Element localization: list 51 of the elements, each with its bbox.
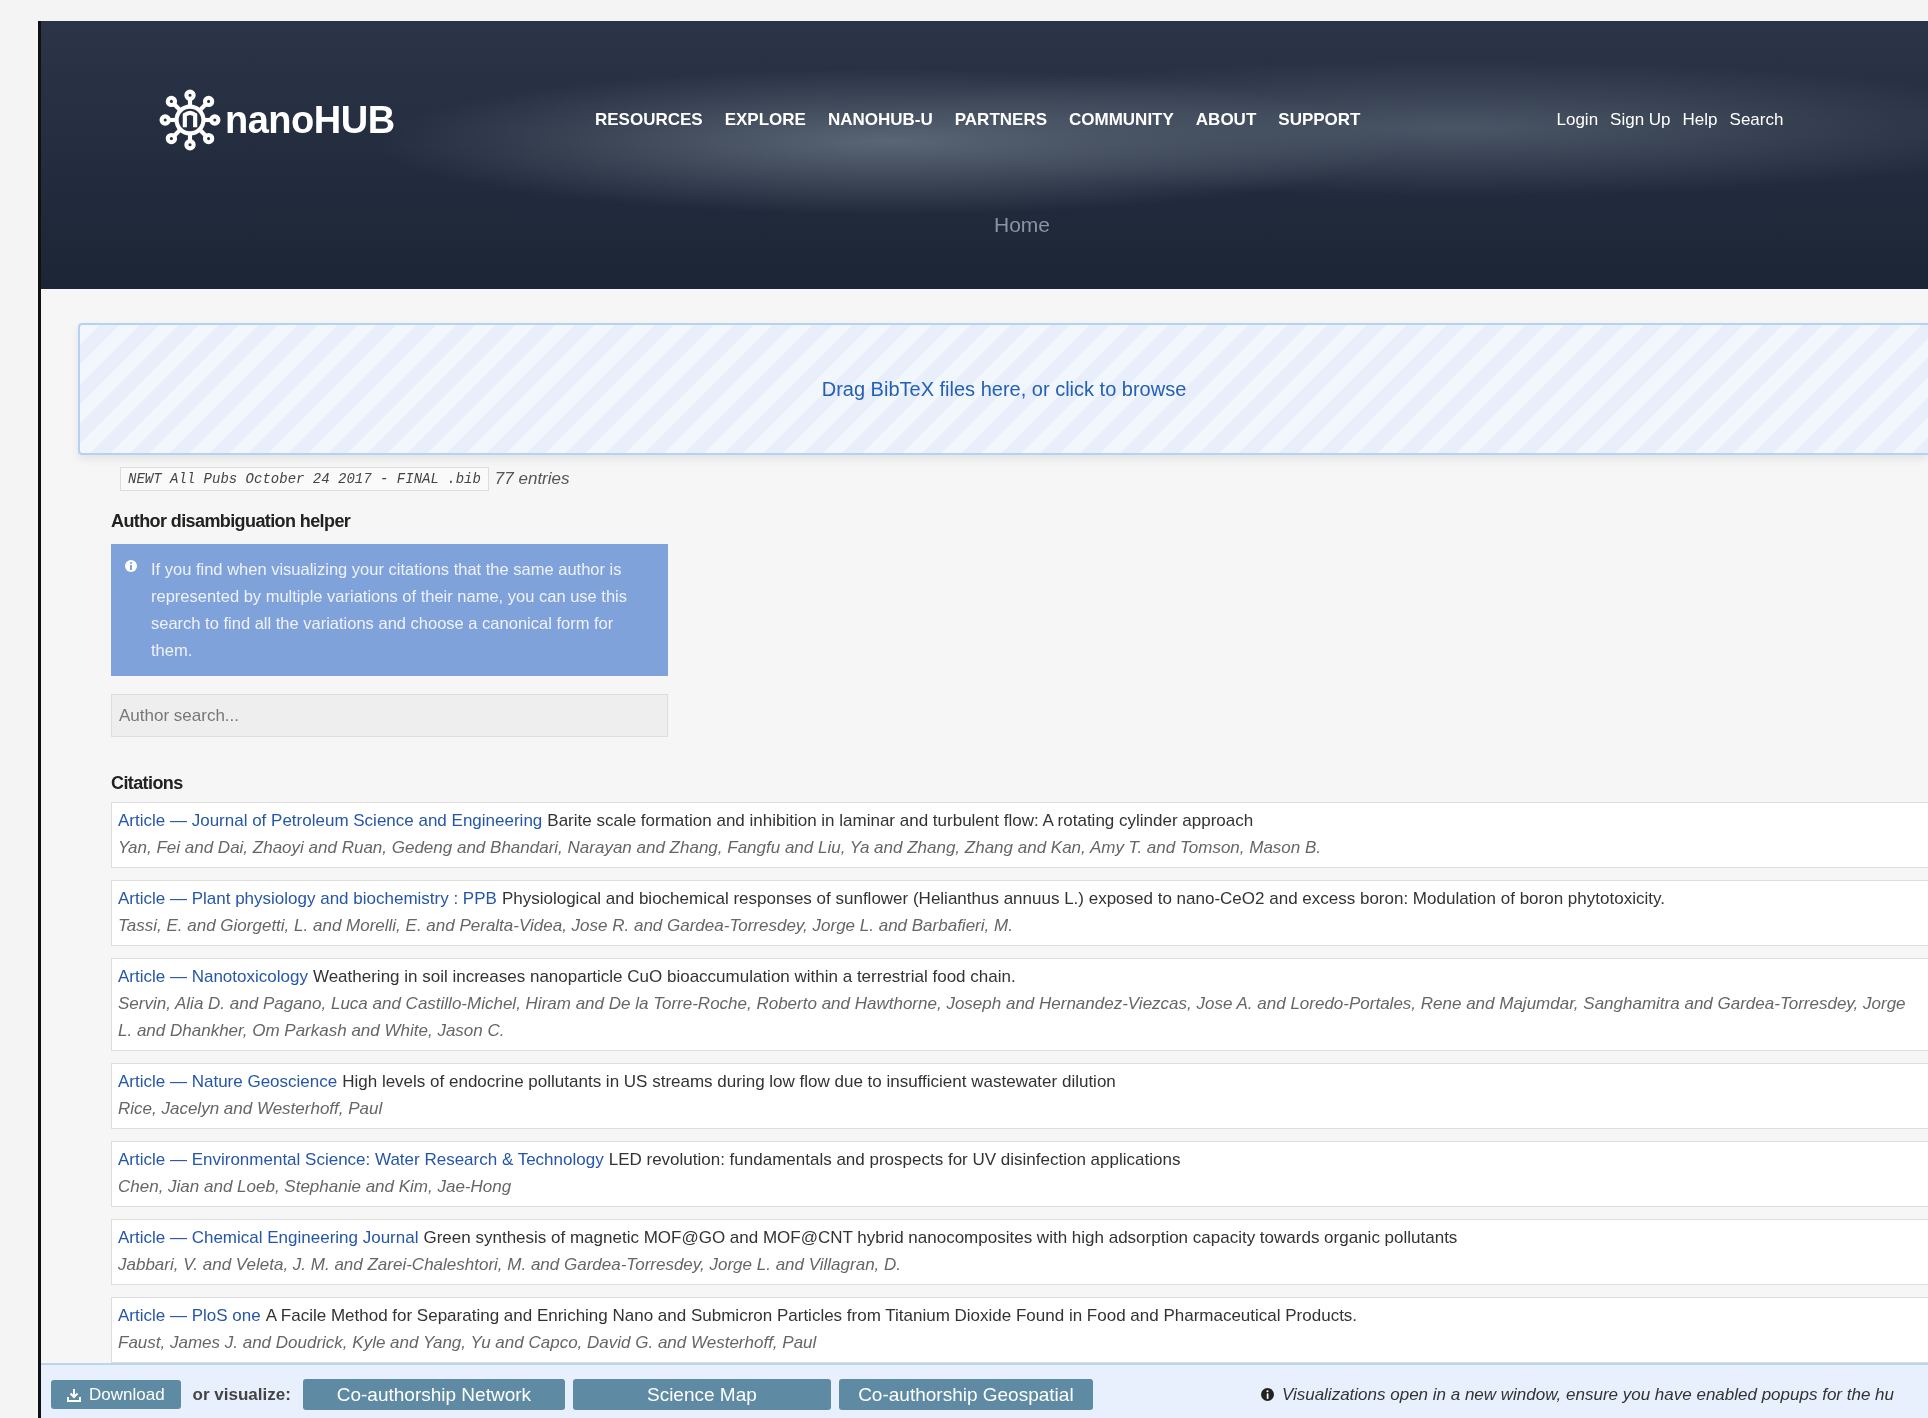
- section-heading: Author disambiguation helper: [111, 511, 352, 532]
- citation-authors: Jabbari, V. and Veleta, J. M. and Zarei-Chaleshtori, M. and Gardea-Torresdey, Jorge L. and Villagran, D.: [118, 1254, 903, 1276]
- logo-icon[interactable]: [159, 89, 221, 151]
- download-button[interactable]: Download: [51, 1380, 181, 1409]
- journal-link[interactable]: Article — Environmental Science: Water Research & Technology: [118, 1150, 604, 1169]
- download-icon: [67, 1387, 81, 1402]
- citation-title: LED revolution: fundamentals and prospects for UV disinfection applications: [608, 1150, 1181, 1169]
- site-logo[interactable]: nanoHUB: [225, 98, 395, 142]
- user-link[interactable]: Help: [1682, 110, 1718, 130]
- user-link[interactable]: Sign Up: [1610, 110, 1671, 130]
- nav-link[interactable]: COMMUNITY: [1069, 110, 1174, 130]
- journal-link[interactable]: Article — Chemical Engineering Journal: [118, 1228, 419, 1247]
- info-icon: [1260, 1388, 1274, 1401]
- citation-title: A Facile Method for Separating and Enriching Nano and Submicron Particles from Titanium Dioxide Found in Food and Pharmaceutical Products.: [265, 1306, 1358, 1325]
- author-search-field[interactable]: Author search...: [111, 694, 668, 737]
- visualize-label: or visualize:: [192, 1384, 291, 1405]
- citation-title: Weathering in soil increases nanoparticle CuO bioaccumulation within a terrestrial food chain.: [312, 967, 1016, 986]
- user-link[interactable]: Login: [1556, 110, 1599, 130]
- info-text: If you find when visualizing your citations that the same author is represented by multiple variations of their name, you can use this search to find all the variations and choose a canonical form for them.: [151, 559, 628, 661]
- nav-link[interactable]: EXPLORE: [724, 110, 806, 130]
- section-heading: Citations: [111, 773, 184, 794]
- citation-title: Barite scale formation and inhibition in laminar and turbulent flow: A rotating cylinder approach: [547, 811, 1254, 830]
- citation-authors: Servin, Alia D. and Pagano, Luca and Castillo-Michel, Hiram and De la Torre-Roche, Roberto and Hawthorne, Joseph and Hernandez-Viezcas, Jose A. and Loredo-Portales, Rene and Majumdar, Sanghamitra and Gardea-Torresdey, Jorge L. and Dhankher, Om Parkash and White, Jason C.: [118, 993, 1907, 1042]
- visualize-button[interactable]: Science Map: [572, 1379, 831, 1410]
- citation-authors: Rice, Jacelyn and Westerhoff, Paul: [118, 1098, 384, 1120]
- citation-authors: Chen, Jian and Loeb, Stephanie and Kim, Jae-Hong: [118, 1176, 513, 1198]
- citation-title: Green synthesis of magnetic MOF@GO and MOF@CNT hybrid nanocomposites with high adsorption capacity towards organic pollutants: [423, 1228, 1458, 1247]
- file-name: NEWT All Pubs October 24 2017 - FINAL .bib: [120, 467, 489, 491]
- visualize-button[interactable]: Co-authorship Network: [302, 1379, 565, 1410]
- user-link[interactable]: Search: [1729, 110, 1784, 130]
- journal-link[interactable]: Article — PloS one: [118, 1306, 261, 1325]
- nav-link[interactable]: ABOUT: [1195, 110, 1257, 130]
- journal-link[interactable]: Article — Plant physiology and biochemistry : PPB: [118, 889, 497, 908]
- citation-authors: Faust, James J. and Doudrick, Kyle and Yang, Yu and Capco, David G. and Westerhoff, Paul: [118, 1332, 818, 1354]
- visualize-button[interactable]: Co-authorship Geospatial: [838, 1379, 1093, 1410]
- journal-link[interactable]: Article — Journal of Petroleum Science and Engineering: [118, 811, 543, 830]
- nav-link[interactable]: RESOURCES: [595, 110, 703, 130]
- file-dropzone[interactable]: Drag BibTeX files here, or click to browse: [78, 323, 1928, 455]
- popup-note: Visualizations open in a new window, ensure you have enabled popups for the hu: [1281, 1384, 1894, 1405]
- entry-count: 77 entries: [494, 469, 570, 489]
- nav-link[interactable]: PARTNERS: [954, 110, 1047, 130]
- nav-link[interactable]: SUPPORT: [1278, 110, 1361, 130]
- journal-link[interactable]: Article — Nanotoxicology: [118, 967, 308, 986]
- citation-title: Physiological and biochemical responses of sunflower (Helianthus annuus L.) exposed to nano-CeO2 and excess boron: Modulation of boron phytotoxicity.: [501, 889, 1665, 908]
- breadcrumb[interactable]: Home: [994, 213, 1928, 237]
- citation-authors: Tassi, E. and Giorgetti, L. and Morelli, E. and Peralta-Videa, Jose R. and Gardea-Torresdey, Jorge L. and Barbafieri, M.: [118, 915, 1014, 937]
- nav-link[interactable]: NANOHUB-U: [827, 110, 933, 130]
- journal-link[interactable]: Article — Nature Geoscience: [118, 1072, 338, 1091]
- citation-title: High levels of endocrine pollutants in US streams during low flow due to insufficient wastewater dilution: [342, 1072, 1116, 1091]
- citation-authors: Yan, Fei and Dai, Zhaoyi and Ruan, Gedeng and Bhandari, Narayan and Zhang, Fangfu and Liu, Ya and Zhang, Zhang and Kan, Amy T. and Tomson, Mason B.: [118, 837, 1323, 859]
- info-icon: [125, 560, 137, 572]
